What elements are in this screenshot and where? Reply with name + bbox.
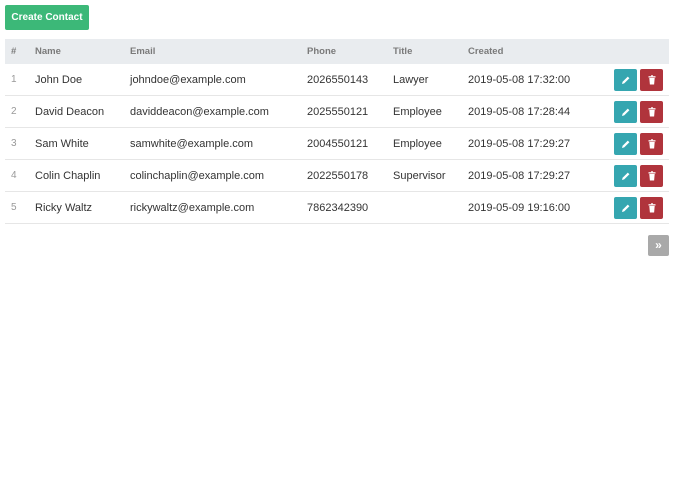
contact-name: John Doe bbox=[35, 73, 83, 86]
pencil-icon bbox=[621, 204, 629, 212]
contact-name: Ricky Waltz bbox=[35, 201, 93, 214]
row-actions bbox=[613, 164, 669, 187]
contact-title: Supervisor bbox=[393, 169, 446, 182]
trash-icon bbox=[648, 106, 655, 116]
table-row: 4 Colin Chaplin colinchaplin@example.com… bbox=[5, 160, 669, 192]
contact-name: Colin Chaplin bbox=[35, 169, 101, 182]
contact-title: Employee bbox=[393, 105, 442, 118]
contact-created: 2019-05-09 19:16:00 bbox=[468, 201, 571, 214]
pencil-icon bbox=[621, 140, 629, 148]
column-header-number: # bbox=[11, 46, 17, 57]
delete-button[interactable] bbox=[640, 132, 663, 155]
contact-title: Lawyer bbox=[393, 73, 429, 86]
row-actions bbox=[613, 68, 669, 91]
contact-phone: 2022550178 bbox=[307, 169, 369, 182]
row-number: 5 bbox=[11, 202, 17, 213]
contact-email: daviddeacon@example.com bbox=[130, 105, 269, 118]
row-number: 2 bbox=[11, 106, 17, 117]
delete-button[interactable] bbox=[640, 68, 663, 91]
delete-button[interactable] bbox=[640, 196, 663, 219]
trash-icon bbox=[648, 202, 655, 212]
column-header-email: Email bbox=[130, 46, 156, 57]
contact-email: johndoe@example.com bbox=[130, 73, 246, 86]
contact-created: 2019-05-08 17:28:44 bbox=[468, 105, 571, 118]
column-header-created: Created bbox=[468, 46, 504, 57]
next-page-button[interactable]: » bbox=[648, 235, 669, 256]
column-header-name: Name bbox=[35, 46, 61, 57]
contact-name: David Deacon bbox=[35, 105, 105, 118]
table-header: # Name Email Phone Title Created bbox=[5, 39, 669, 64]
contact-phone: 2004550121 bbox=[307, 137, 369, 150]
contact-email: samwhite@example.com bbox=[130, 137, 254, 150]
column-header-phone: Phone bbox=[307, 46, 337, 57]
edit-button[interactable] bbox=[614, 196, 637, 219]
trash-icon bbox=[648, 74, 655, 84]
contacts-table: # Name Email Phone Title Created 1 John … bbox=[5, 39, 669, 224]
contact-created: 2019-05-08 17:29:27 bbox=[468, 137, 571, 150]
row-actions bbox=[613, 132, 669, 155]
contact-name: Sam White bbox=[35, 137, 89, 150]
edit-button[interactable] bbox=[614, 164, 637, 187]
row-number: 1 bbox=[11, 74, 17, 85]
delete-button[interactable] bbox=[640, 164, 663, 187]
column-header-title: Title bbox=[393, 46, 413, 57]
contacts-page: Create Contact # Name Email Phone Title … bbox=[0, 0, 691, 485]
pencil-icon bbox=[621, 172, 629, 180]
trash-icon bbox=[648, 170, 655, 180]
contact-created: 2019-05-08 17:32:00 bbox=[468, 73, 571, 86]
contact-phone: 7862342390 bbox=[307, 201, 369, 214]
row-actions bbox=[613, 196, 669, 219]
row-number: 3 bbox=[11, 138, 17, 149]
table-row: 3 Sam White samwhite@example.com 2004550… bbox=[5, 128, 669, 160]
table-row: 1 John Doe johndoe@example.com 202655014… bbox=[5, 64, 669, 96]
contact-phone: 2025550121 bbox=[307, 105, 369, 118]
row-number: 4 bbox=[11, 170, 17, 181]
table-row: 2 David Deacon daviddeacon@example.com 2… bbox=[5, 96, 669, 128]
contact-created: 2019-05-08 17:29:27 bbox=[468, 169, 571, 182]
contact-phone: 2026550143 bbox=[307, 73, 369, 86]
trash-icon bbox=[648, 138, 655, 148]
pencil-icon bbox=[621, 108, 629, 116]
contact-email: rickywaltz@example.com bbox=[130, 201, 255, 214]
edit-button[interactable] bbox=[614, 132, 637, 155]
contact-title: Employee bbox=[393, 137, 442, 150]
row-actions bbox=[613, 100, 669, 123]
table-row: 5 Ricky Waltz rickywaltz@example.com 786… bbox=[5, 192, 669, 224]
edit-button[interactable] bbox=[614, 68, 637, 91]
edit-button[interactable] bbox=[614, 100, 637, 123]
create-contact-button[interactable]: Create Contact bbox=[5, 5, 89, 30]
contact-email: colinchaplin@example.com bbox=[130, 169, 265, 182]
pencil-icon bbox=[621, 76, 629, 84]
delete-button[interactable] bbox=[640, 100, 663, 123]
